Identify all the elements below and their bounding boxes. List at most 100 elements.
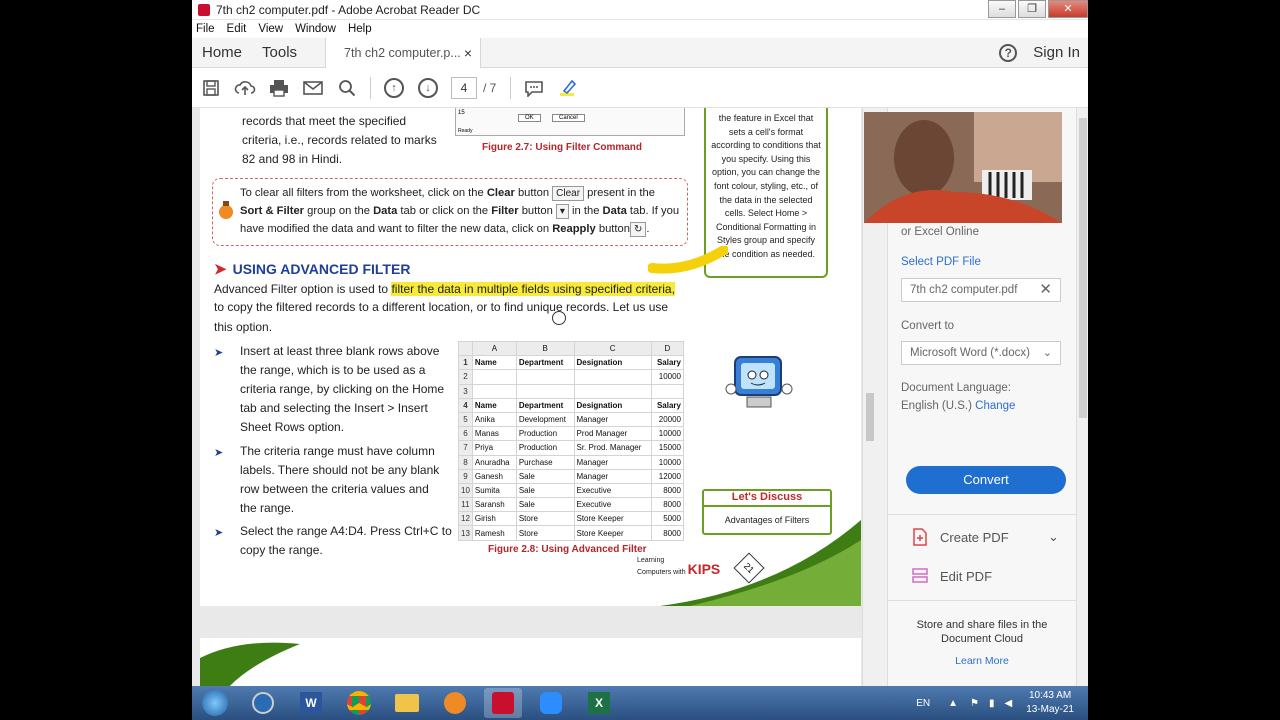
- create-pdf-tool[interactable]: Create PDF ⌄: [912, 528, 1059, 546]
- table-cell: Name: [471, 397, 517, 413]
- pdf-page: 15 OK Cancel Ready Figure 2.7: Using Fil…: [200, 108, 861, 606]
- table-cell: Salary: [650, 397, 685, 413]
- select-pdf-label[interactable]: Select PDF File: [901, 256, 981, 268]
- tip-line-2: Sort & Filter group on the Data tab or c…: [240, 204, 680, 219]
- close-button[interactable]: ✕: [1048, 0, 1088, 18]
- text-line: records that meet the specified: [242, 114, 407, 128]
- cloud-upload-icon[interactable]: [234, 77, 256, 99]
- table-cell: Executive: [573, 497, 652, 513]
- menu-view[interactable]: View: [258, 23, 283, 35]
- volume-icon[interactable]: ◀: [1004, 698, 1012, 709]
- convert-button[interactable]: Convert: [906, 466, 1066, 494]
- tab-bar: Home Tools 7th ch2 computer.p... × ? Sig…: [192, 37, 1088, 68]
- row-number: 1: [458, 355, 473, 371]
- yellow-annotation-stroke: [648, 246, 728, 274]
- table-row: 3: [458, 383, 685, 399]
- chevron-icon: ➤: [214, 261, 227, 278]
- menu-help[interactable]: Help: [348, 23, 372, 35]
- tab-home[interactable]: Home: [202, 44, 242, 61]
- page-number-input[interactable]: 4: [451, 76, 477, 99]
- save-icon[interactable]: [200, 77, 222, 99]
- table-row: 9 Ganesh Sale Manager 12000: [458, 468, 685, 484]
- taskbar-folder-icon[interactable]: [388, 688, 426, 718]
- edit-pdf-tool[interactable]: Edit PDF: [912, 567, 992, 585]
- taskbar-chrome-icon[interactable]: [340, 688, 378, 718]
- table-cell: Salary: [650, 355, 685, 371]
- flag-icon[interactable]: ⚑: [970, 698, 979, 709]
- tab-tools[interactable]: Tools: [262, 44, 297, 61]
- learn-more-link[interactable]: Learn More: [888, 654, 1076, 668]
- table-cell: Manas: [471, 426, 517, 442]
- menu-edit[interactable]: Edit: [227, 23, 247, 35]
- row-number: 6: [458, 426, 473, 442]
- table-cell: Executive: [573, 482, 652, 499]
- maximize-button[interactable]: ❐: [1018, 0, 1046, 18]
- format-dropdown[interactable]: Microsoft Word (*.docx) ⌄: [901, 341, 1061, 365]
- taskbar-acrobat-icon[interactable]: [484, 688, 522, 718]
- figure-2-8-caption: Figure 2.8: Using Advanced Filter: [488, 544, 647, 555]
- row-number: 5: [458, 411, 473, 428]
- help-icon[interactable]: ?: [999, 43, 1018, 62]
- table-cell: [515, 369, 575, 385]
- taskbar-excel-icon[interactable]: X: [580, 688, 618, 718]
- chevron-down-icon: ⌄: [1048, 529, 1059, 544]
- next-page-icon[interactable]: ↓: [417, 77, 439, 99]
- table-cell: Sale: [515, 497, 575, 513]
- pdf-next-page: [200, 638, 861, 686]
- start-button-icon[interactable]: [196, 688, 234, 718]
- toolbar-divider: [370, 76, 371, 99]
- excel-online-text: or Excel Online: [901, 226, 979, 238]
- language-indicator[interactable]: EN: [916, 698, 930, 709]
- tab-close-icon[interactable]: ×: [464, 45, 472, 61]
- row-number: 2: [458, 369, 473, 385]
- document-viewer[interactable]: 15 OK Cancel Ready Figure 2.7: Using Fil…: [192, 108, 876, 686]
- table-cell: Saransh: [471, 497, 517, 513]
- table-cell: Manager: [573, 411, 652, 428]
- bullet-text: Insert at least three blank rows above th…: [240, 344, 445, 434]
- selected-file-field[interactable]: 7th ch2 computer.pdf ✕: [901, 278, 1061, 302]
- document-cloud-promo: Store and share files in the Document Cl…: [888, 618, 1076, 668]
- row-number: 9: [458, 468, 473, 484]
- bullet-icon: ➤: [214, 447, 224, 459]
- highlighter-icon[interactable]: [557, 77, 579, 99]
- doc-language-label: Document Language:: [901, 382, 1011, 394]
- taskbar-word-icon[interactable]: W: [292, 688, 330, 718]
- sign-in-button[interactable]: Sign In: [1033, 44, 1080, 61]
- taskbar-browser-icon[interactable]: [244, 688, 282, 718]
- network-icon[interactable]: ▮: [989, 698, 995, 709]
- print-icon[interactable]: [268, 77, 290, 99]
- windows-taskbar: W X EN ▲ ⚑ ▮ ◀ 10:43 AM 13-May-21: [192, 686, 1088, 720]
- pane-scrollbar[interactable]: [1076, 108, 1088, 686]
- menu-window[interactable]: Window: [295, 23, 336, 35]
- table-cell: Anuradha: [471, 454, 517, 470]
- comment-icon[interactable]: [523, 77, 545, 99]
- table-cell: 15000: [650, 440, 685, 456]
- email-icon[interactable]: [302, 77, 324, 99]
- clear-chip: Clear: [552, 186, 585, 201]
- table-cell: Store: [515, 511, 575, 527]
- chevron-down-icon: ⌄: [1042, 347, 1052, 359]
- tab-document[interactable]: 7th ch2 computer.p... ×: [325, 37, 482, 68]
- tray-arrow-icon[interactable]: ▲: [948, 698, 958, 709]
- minimize-button[interactable]: –: [988, 0, 1016, 18]
- change-language-link[interactable]: Change: [975, 400, 1015, 412]
- edit-pdf-icon: [912, 568, 928, 583]
- table-cell: Store Keeper: [573, 511, 652, 527]
- table-cell: Production: [515, 426, 575, 442]
- taskbar-media-icon[interactable]: [436, 688, 474, 718]
- doc-language-value: English (U.S.) Change: [901, 400, 1016, 412]
- taskbar-zoom-icon[interactable]: [532, 688, 570, 718]
- mouse-cursor: [552, 311, 566, 325]
- table-cell: Purchase: [515, 454, 575, 470]
- menu-bar: File Edit View Window Help: [192, 20, 1088, 38]
- previous-page-icon[interactable]: ↑: [383, 77, 405, 99]
- clock[interactable]: 10:43 AM 13-May-21: [1026, 689, 1074, 717]
- search-icon[interactable]: [336, 77, 358, 99]
- table-cell: Production: [515, 440, 575, 456]
- row-number: 8: [458, 454, 473, 470]
- title-bar: 7th ch2 computer.pdf - Adobe Acrobat Rea…: [192, 0, 1088, 20]
- menu-file[interactable]: File: [196, 23, 215, 35]
- table-cell: Anika: [471, 411, 517, 428]
- bullet-text: The criteria range must have column label…: [240, 444, 440, 515]
- table-cell: 10000: [650, 426, 685, 442]
